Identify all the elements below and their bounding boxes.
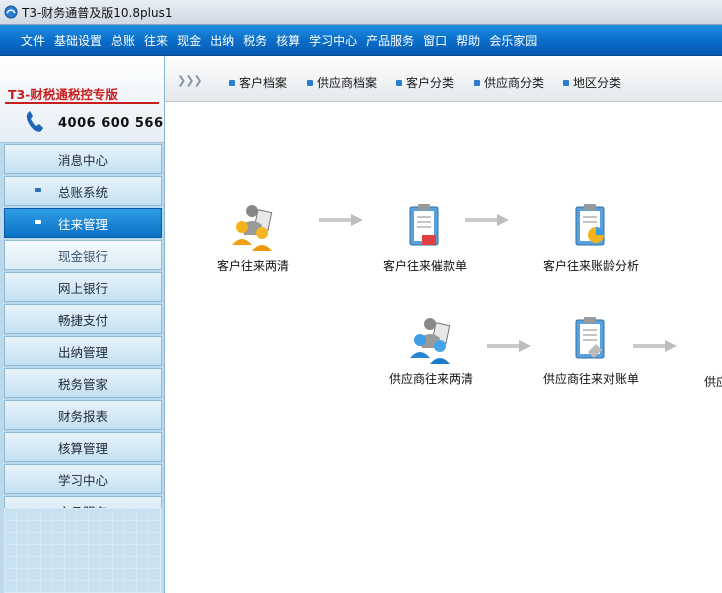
flow-supplier-settlement[interactable]: 供应商往来两清: [389, 314, 473, 387]
flow-label: 供应商往来两清: [389, 372, 474, 386]
sidebar-item-cash-bank[interactable]: 现金银行: [4, 240, 162, 270]
sidebar-pattern: [4, 508, 162, 593]
menu-tax[interactable]: 税务: [243, 32, 267, 49]
sidebar-item-label: 消息中心: [57, 152, 108, 168]
arrow-right-icon: [487, 340, 531, 352]
window-title: T3-财务通普及版10.8plus1: [22, 5, 173, 20]
bullet-icon: [563, 79, 569, 86]
bullet-icon: [35, 188, 41, 192]
tab-label: 供应商档案: [317, 76, 378, 90]
flow-customer-settlement[interactable]: 客户往来两清: [217, 201, 289, 274]
logo-text: T3-财税通税控专版: [8, 87, 118, 102]
sidebar-item-message-center[interactable]: 消息中心: [4, 144, 162, 174]
menu-accounts[interactable]: 往来: [144, 32, 168, 49]
arrow-right-icon: [319, 214, 363, 226]
menu-product-services[interactable]: 产品服务: [366, 32, 414, 49]
tab-supplier-archive[interactable]: 供应商档案: [307, 74, 377, 91]
sidebar-item-label: 税务管家: [57, 376, 108, 392]
main-content: ❯❯❯ 客户档案 供应商档案 客户分类 供应商分类 地区分类 客户往来两清 客户…: [165, 56, 722, 593]
menu-window[interactable]: 窗口: [423, 32, 447, 49]
sidebar-item-learning-center[interactable]: 学习中心: [4, 464, 162, 494]
menu-community[interactable]: 会乐家园: [489, 32, 537, 49]
flow-supplier-truncated-label[interactable]: 供应: [704, 373, 722, 390]
tab-label: 客户档案: [239, 76, 288, 90]
sidebar-item-quick-pay[interactable]: 畅捷支付: [4, 304, 162, 334]
clipboard-icon: [409, 204, 439, 246]
sidebar: T3-财税通税控专版 4006 600 566 消息中心 总账系统 往来管理 现…: [0, 56, 165, 593]
people-icon: [232, 205, 273, 251]
tab-region-category[interactable]: 地区分类: [563, 74, 621, 91]
menu-bar: 文件 基础设置 总账 往来 现金 出纳 税务 核算 学习中心 产品服务 窗口 帮…: [0, 25, 722, 56]
tab-label: 地区分类: [573, 76, 622, 90]
phone-icon: [26, 111, 43, 132]
sidebar-item-cashier[interactable]: 出纳管理: [4, 336, 162, 366]
clipboard-chart-icon: [575, 204, 605, 246]
phone-number: 4006 600 566: [58, 116, 164, 131]
sidebar-item-tax-manager[interactable]: 税务管家: [4, 368, 162, 398]
flow-customer-dunning[interactable]: 客户往来催款单: [383, 201, 467, 274]
menu-accounting[interactable]: 核算: [276, 32, 300, 49]
sidebar-item-financial-reports[interactable]: 财务报表: [4, 400, 162, 430]
sidebar-item-accounting[interactable]: 核算管理: [4, 432, 162, 462]
menu-cashier[interactable]: 出纳: [210, 32, 234, 49]
sidebar-item-label: 往来管理: [57, 216, 108, 232]
sidebar-item-label: 畅捷支付: [57, 312, 108, 328]
arrow-right-icon: [633, 340, 677, 352]
bullet-icon: [229, 79, 235, 86]
people-icon: [410, 318, 451, 364]
sidebar-nav: 消息中心 总账系统 往来管理 现金银行 网上银行 畅捷支付 出纳管理 税务管家 …: [4, 144, 162, 528]
sidebar-item-label: 核算管理: [57, 440, 108, 456]
sidebar-item-label: 财务报表: [57, 408, 108, 424]
app-icon: [4, 5, 18, 19]
tab-customer-archive[interactable]: 客户档案: [229, 74, 287, 91]
menu-cash[interactable]: 现金: [177, 32, 201, 49]
expand-chevron-icon[interactable]: ❯❯❯: [177, 74, 203, 87]
flow-label: 客户往来两清: [217, 259, 290, 273]
flow-label: 供应商往来对账单: [543, 372, 640, 386]
sidebar-item-online-bank[interactable]: 网上银行: [4, 272, 162, 302]
flow-customer-aging-analysis[interactable]: 客户往来账龄分析: [543, 201, 639, 274]
sidebar-item-accounts-management[interactable]: 往来管理: [4, 208, 162, 238]
bullet-icon: [396, 79, 402, 86]
logo-underline: [5, 102, 159, 104]
bullet-icon: [307, 79, 313, 86]
sub-toolbar: ❯❯❯ 客户档案 供应商档案 客户分类 供应商分类 地区分类: [165, 56, 722, 102]
menu-basic-settings[interactable]: 基础设置: [54, 32, 102, 49]
sidebar-item-general-ledger[interactable]: 总账系统: [4, 176, 162, 206]
title-bar: T3-财务通普及版10.8plus1: [0, 0, 722, 25]
sidebar-item-label: 出纳管理: [57, 344, 108, 360]
menu-file[interactable]: 文件: [21, 32, 45, 49]
sidebar-item-label: 现金银行: [57, 248, 108, 264]
flow-supplier-statement[interactable]: 供应商往来对账单: [543, 314, 639, 387]
brand-logo: T3-财税通税控专版 4006 600 566: [0, 56, 164, 143]
bullet-icon: [35, 220, 41, 224]
sidebar-item-label: 总账系统: [57, 184, 108, 200]
menu-help[interactable]: 帮助: [456, 32, 480, 49]
tab-supplier-category[interactable]: 供应商分类: [474, 74, 544, 91]
tab-label: 客户分类: [406, 76, 455, 90]
flow-label: 客户往来账龄分析: [543, 259, 640, 273]
sidebar-item-label: 学习中心: [57, 472, 108, 488]
bullet-icon: [474, 79, 480, 86]
clipboard-icon: [575, 317, 605, 359]
arrow-right-icon: [465, 214, 509, 226]
tab-label: 供应商分类: [484, 76, 545, 90]
menu-general-ledger[interactable]: 总账: [111, 32, 135, 49]
tab-customer-category[interactable]: 客户分类: [396, 74, 454, 91]
flow-label: 客户往来催款单: [383, 259, 468, 273]
menu-learning-center[interactable]: 学习中心: [309, 32, 357, 49]
sidebar-item-label: 网上银行: [57, 280, 108, 296]
